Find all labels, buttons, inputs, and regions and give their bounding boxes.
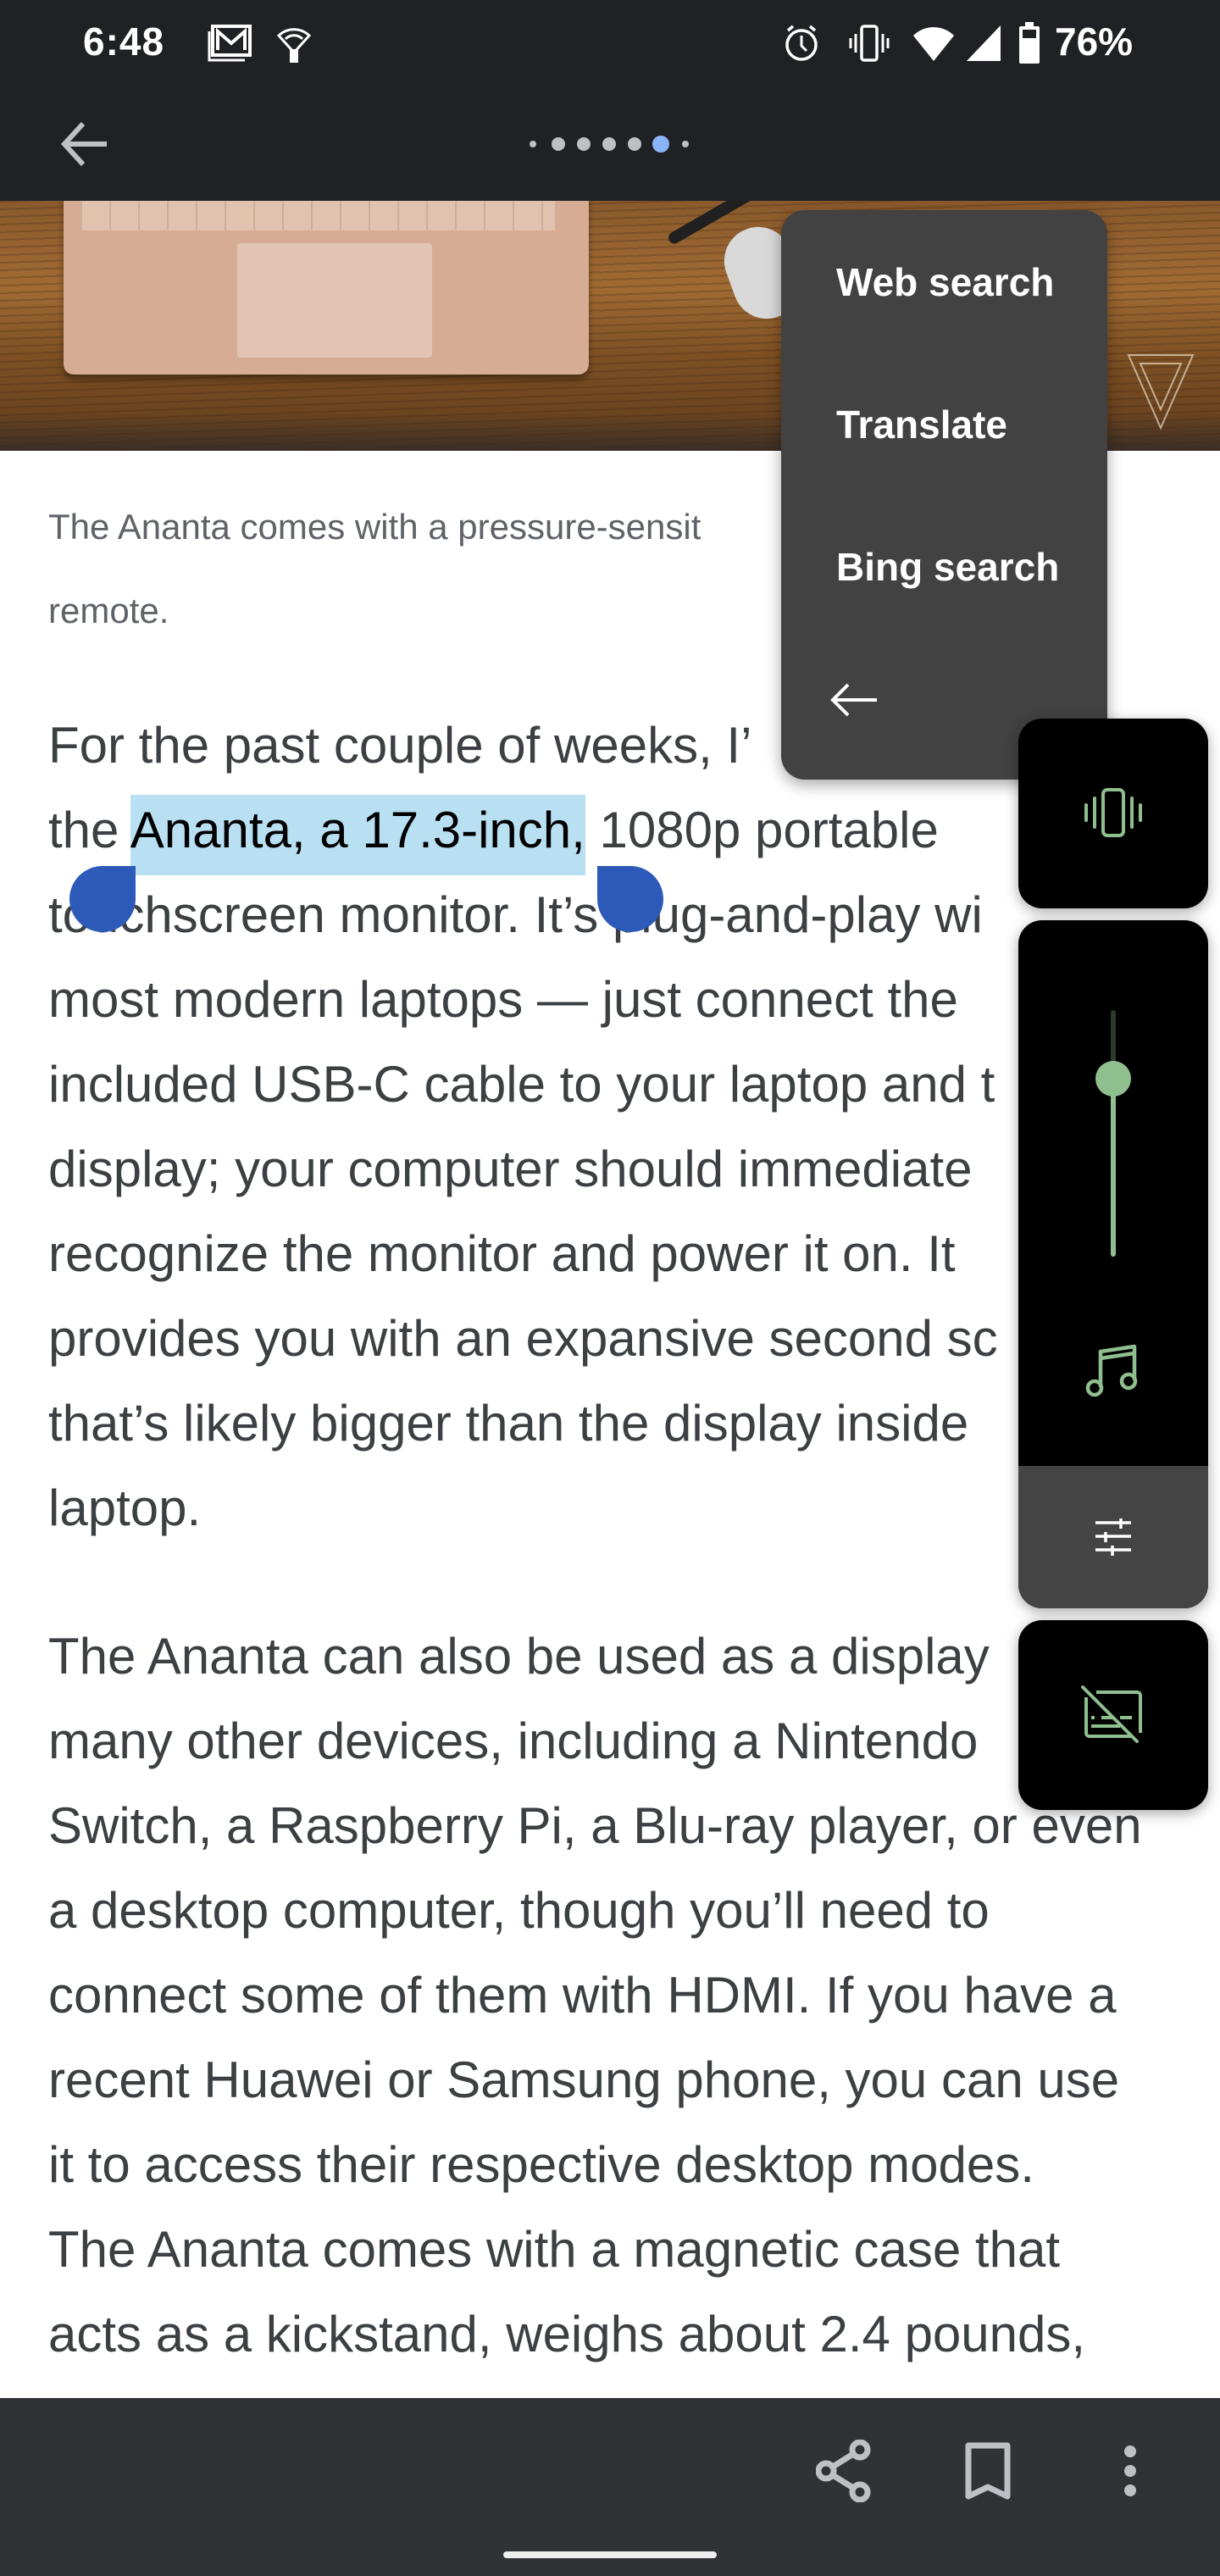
bookmark-button[interactable]: [947, 2430, 1029, 2512]
volume-slider-panel: [1018, 920, 1208, 1608]
arrow-back-icon: [830, 683, 877, 717]
selection-handle-end[interactable]: [597, 866, 663, 932]
image-caption-line: remote.: [48, 591, 169, 630]
body-line: many other devices, including a Nintendo: [48, 1713, 979, 1769]
menu-back-button[interactable]: [819, 666, 887, 734]
selected-text[interactable]: Ananta, a 17.3-inch,: [130, 795, 585, 875]
laptop-photo-detail: [64, 201, 589, 375]
gmail-icon: [205, 24, 254, 63]
body-line: touchscreen monitor. It’s plug-and-play …: [48, 886, 983, 943]
vibrate-icon: [1018, 719, 1208, 908]
text-selection-menu: Web search Translate Bing search: [781, 210, 1107, 780]
ringer-mode-button[interactable]: [1018, 719, 1208, 908]
share-icon: [816, 2440, 871, 2502]
back-button[interactable]: [51, 112, 115, 176]
battery-percent: 76%: [1055, 19, 1134, 64]
body-line: acts as a kickstand, weighs about 2.4 po…: [48, 2306, 1086, 2362]
body-line: a desktop computer, though you’ll need t…: [48, 1882, 990, 1939]
bookmark-icon: [965, 2442, 1011, 2500]
menu-item-bing-search[interactable]: Bing search: [836, 547, 1059, 586]
captions-off-icon: [1018, 1620, 1208, 1810]
page-dot[interactable]: [628, 137, 641, 151]
battery-icon: [1017, 22, 1042, 64]
body-line: it to access their respective desktop mo…: [48, 2136, 1034, 2193]
status-bar: 6:48 76%: [0, 0, 1220, 85]
vibrate-icon: [847, 24, 891, 63]
body-line: that’s likely bigger than the display in…: [48, 1395, 969, 1452]
volume-slider-fill: [1111, 1079, 1116, 1257]
body-line: the Ananta, a 17.3-inch, 1080p portable: [48, 795, 939, 875]
body-line: included USB-C cable to your laptop and …: [48, 1056, 995, 1113]
page-dot-active[interactable]: [652, 136, 669, 153]
music-note-icon: [1018, 1327, 1208, 1415]
page-dot[interactable]: [577, 137, 591, 151]
live-caption-button[interactable]: [1018, 1620, 1208, 1810]
body-line: recent Huawei or Samsung phone, you can …: [48, 2051, 1120, 2108]
status-time: 6:48: [83, 19, 165, 64]
alarm-icon: [781, 24, 822, 63]
wifi-calling-icon: [273, 24, 315, 63]
more-vert-icon: [1124, 2446, 1136, 2496]
page-indicator: [525, 136, 695, 153]
cell-signal-icon: [964, 24, 1003, 63]
volume-settings-button[interactable]: [1018, 1466, 1208, 1608]
page-dot[interactable]: [602, 137, 616, 151]
wifi-icon: [912, 24, 956, 63]
page-dot[interactable]: [552, 137, 565, 151]
body-line: The Ananta comes with a magnetic case th…: [48, 2221, 1060, 2278]
verge-logo-icon: [1127, 354, 1195, 430]
menu-item-translate[interactable]: Translate: [836, 405, 1007, 444]
body-line: The Ananta can also be used as a display: [48, 1628, 990, 1685]
selection-handle-start[interactable]: [69, 866, 136, 932]
image-caption-line: The Ananta comes with a pressure-sensit: [48, 507, 702, 547]
bottom-action-bar: [0, 2398, 1220, 2576]
gesture-nav-handle[interactable]: [503, 2551, 717, 2558]
more-options-button[interactable]: [1090, 2430, 1171, 2512]
body-line: most modern laptops — just connect the: [48, 971, 958, 1028]
share-button[interactable]: [805, 2430, 886, 2512]
page-dot[interactable]: [530, 141, 536, 147]
tune-icon: [1018, 1466, 1208, 1608]
volume-slider-thumb[interactable]: [1095, 1061, 1131, 1097]
arrow-back-icon: [60, 121, 107, 167]
body-line: Switch, a Raspberry Pi, a Blu-ray player…: [48, 1797, 1142, 1854]
body-line: display; your computer should immediate: [48, 1141, 973, 1197]
body-line: laptop.: [48, 1480, 202, 1536]
body-line: provides you with an expansive second sc: [48, 1310, 998, 1367]
body-line: recognize the monitor and power it on. I…: [48, 1225, 956, 1282]
page-dot[interactable]: [682, 141, 689, 147]
body-line: For the past couple of weeks, I’: [48, 717, 752, 774]
menu-item-web-search[interactable]: Web search: [836, 263, 1054, 302]
body-line: connect some of them with HDMI. If you h…: [48, 1967, 1117, 2024]
